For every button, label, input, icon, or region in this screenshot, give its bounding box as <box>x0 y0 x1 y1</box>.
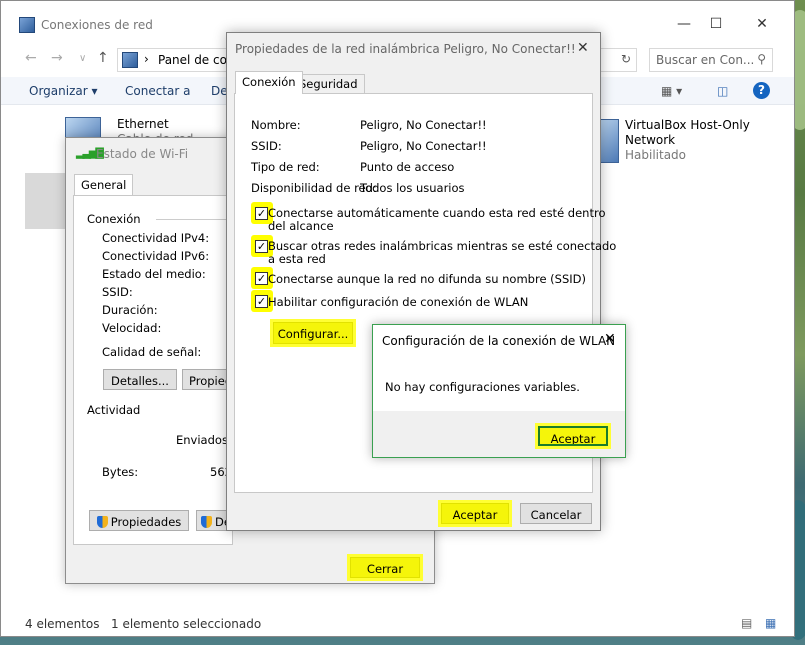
window-title: Conexiones de red <box>41 18 153 32</box>
close-icon[interactable]: ✕ <box>577 40 589 56</box>
cancel-button[interactable]: Cancelar <box>520 503 592 524</box>
general-tab-panel: Conexión Conectividad IPv4: Conectividad… <box>73 195 238 545</box>
search-icon: ⚲ <box>757 52 766 66</box>
message-text: No hay configuraciones variables. <box>385 380 580 394</box>
item-count: 4 elementos <box>25 617 100 631</box>
preview-pane-icon[interactable]: ◫ <box>717 84 728 98</box>
history-chevron-icon[interactable]: ∨ <box>79 53 86 64</box>
organize-label: Organizar <box>29 84 88 98</box>
search-other-networks-label-2: a esta red <box>268 252 326 266</box>
details-button[interactable]: Detalles... <box>103 369 177 390</box>
virtualbox-status: Habilitado <box>625 148 687 162</box>
hidden-ssid-label: Conectarse aunque la red no difunda su n… <box>268 272 586 286</box>
ipv4-label: Conectividad IPv4: <box>102 231 210 245</box>
uac-shield-icon <box>201 516 212 528</box>
breadcrumb-separator-icon: › <box>144 52 149 66</box>
wlan-config-label: Habilitar configuración de conexión de W… <box>268 295 529 309</box>
tiles-view-icon[interactable]: ▦ <box>765 616 776 630</box>
dialog-title: Configuración de la conexión de WLAN <box>382 334 616 348</box>
search-other-networks-label-1: Buscar otras redes inalámbricas mientras… <box>268 239 617 253</box>
close-window-button[interactable]: ✕ <box>749 11 775 37</box>
bytes-label: Bytes: <box>102 465 139 479</box>
refresh-icon[interactable]: ↻ <box>621 52 631 66</box>
control-panel-icon <box>122 52 138 68</box>
wlan-config-dialog: Configuración de la conexión de WLAN ✕ N… <box>372 324 626 458</box>
availability-label: Disponibilidad de red: <box>251 181 377 195</box>
ssid-label: SSID: <box>102 285 133 299</box>
auto-connect-checkbox[interactable]: ✓ <box>255 207 268 220</box>
divider <box>156 219 236 220</box>
signal-quality-label: Calidad de señal: <box>102 345 202 359</box>
duration-label: Duración: <box>102 303 158 317</box>
dialog-title: Propiedades de la red inalámbrica Peligr… <box>235 42 576 56</box>
connection-section-label: Conexión <box>87 212 141 226</box>
details-view-icon[interactable]: ▤ <box>741 616 752 630</box>
virtualbox-item[interactable]: VirtualBox Host-Only Network Habilitado <box>597 117 787 167</box>
uac-shield-icon <box>96 516 108 528</box>
close-button[interactable]: Cerrar <box>350 557 420 578</box>
properties-button[interactable]: Propiedades <box>89 510 189 531</box>
ok-button[interactable]: Aceptar <box>441 503 509 524</box>
ipv6-label: Conectividad IPv6: <box>102 249 210 263</box>
network-type-value: Punto de acceso <box>360 160 455 174</box>
connect-to-button[interactable]: Conectar a <box>125 84 190 98</box>
properties-label: Propiedades <box>110 515 182 529</box>
help-icon[interactable]: ? <box>753 82 770 99</box>
network-type-label: Tipo de red: <box>251 160 320 174</box>
sent-label: Enviados <box>176 433 228 447</box>
selected-item-highlight <box>25 173 69 229</box>
ethernet-name: Ethernet <box>117 117 169 131</box>
maximize-button[interactable]: ☐ <box>703 11 729 37</box>
up-arrow-icon[interactable]: ↑ <box>97 50 109 66</box>
dialog-title: Estado de Wi-Fi <box>96 147 189 161</box>
name-label: Nombre: <box>251 118 301 132</box>
selection-count: 1 elemento seleccionado <box>111 617 262 631</box>
activity-section-label: Actividad <box>87 403 141 417</box>
ssid-value: Peligro, No Conectar!! <box>360 139 487 153</box>
availability-value: Todos los usuarios <box>360 181 465 195</box>
ok-button[interactable]: Aceptar <box>538 426 608 446</box>
hidden-ssid-checkbox[interactable]: ✓ <box>255 272 268 285</box>
back-arrow-icon[interactable]: ← <box>25 50 37 66</box>
tab-connection[interactable]: Conexión <box>235 71 303 94</box>
minimize-button[interactable]: — <box>671 11 697 37</box>
search-input[interactable]: Buscar en Con... ⚲ <box>649 48 773 72</box>
virtualbox-name-line1: VirtualBox Host-Only <box>625 118 750 132</box>
virtualbox-name-line2: Network <box>625 133 676 147</box>
view-options-icon[interactable]: ▦ ▾ <box>661 84 682 98</box>
auto-connect-label-2: del alcance <box>268 219 334 233</box>
tab-security[interactable]: Seguridad <box>292 74 365 93</box>
wlan-config-checkbox[interactable]: ✓ <box>255 295 268 308</box>
search-other-networks-checkbox[interactable]: ✓ <box>255 240 268 253</box>
media-state-label: Estado del medio: <box>102 267 206 281</box>
network-folder-icon <box>19 17 35 33</box>
search-placeholder: Buscar en Con... <box>656 53 755 67</box>
forward-arrow-icon[interactable]: → <box>51 50 63 66</box>
status-bar: 4 elementos 1 elemento seleccionado ▤ ▦ <box>1 613 794 637</box>
tab-general[interactable]: General <box>74 174 134 195</box>
speed-label: Velocidad: <box>102 321 162 335</box>
organize-button[interactable]: Organizar ▾ <box>29 84 98 98</box>
close-icon[interactable]: ✕ <box>604 331 616 347</box>
name-value: Peligro, No Conectar!! <box>360 118 487 132</box>
auto-connect-label-1: Conectarse automáticamente cuando esta r… <box>268 206 606 220</box>
configure-button[interactable]: Configurar... <box>273 322 353 344</box>
ssid-label: SSID: <box>251 139 282 153</box>
